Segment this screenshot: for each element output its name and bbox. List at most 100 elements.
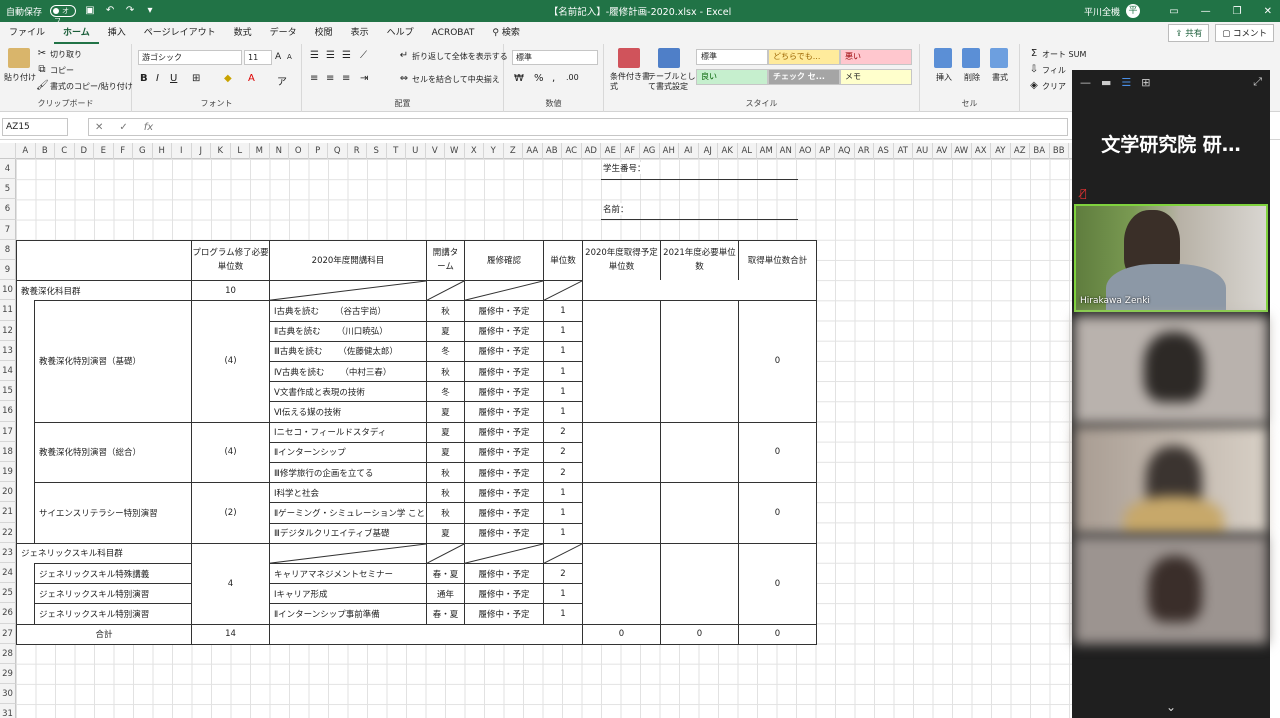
course-title[interactable]: キャリアマネジメントセミナー bbox=[269, 563, 427, 585]
course-title[interactable]: Ⅱゲーミング・シミュレーション学 ことはじめ bbox=[269, 502, 451, 524]
total-spacer[interactable] bbox=[269, 623, 583, 645]
spreadsheet-grid[interactable]: A B C D E F G H I J K L M N O P Q R S T U V W X Y Z AA AB AC AD AE AF AG… bbox=[0, 143, 1072, 718]
group2-name[interactable]: ジェネリックスキル科目群 bbox=[16, 542, 192, 564]
subgroup-name[interactable]: サイエンスリテラシー特別演習 bbox=[34, 482, 192, 544]
tab-view[interactable]: 表示 bbox=[342, 22, 378, 44]
table-format-button[interactable]: テーブルとして書式設定 bbox=[648, 72, 696, 92]
row-header-22[interactable]: 22 bbox=[0, 522, 16, 543]
row-header-21[interactable]: 21 bbox=[0, 502, 16, 523]
course-term[interactable]: 夏 bbox=[426, 401, 465, 423]
column-header-c[interactable]: C bbox=[55, 143, 75, 159]
course-term[interactable]: 春・夏 bbox=[426, 603, 465, 625]
course-status[interactable]: 履修中・予定 bbox=[464, 563, 544, 585]
course-title[interactable]: Ⅲ古典を読む （佐藤健太郎） bbox=[269, 340, 427, 362]
style-check[interactable]: チェック セ... bbox=[768, 69, 840, 85]
group1-name[interactable]: 教養深化科目群 bbox=[16, 280, 192, 302]
course-status[interactable]: 履修中・予定 bbox=[464, 522, 544, 544]
customize-qat-icon[interactable]: ▾ bbox=[144, 5, 156, 17]
need-2021-cell[interactable] bbox=[660, 421, 739, 484]
column-header-ae[interactable]: AE bbox=[601, 143, 621, 159]
column-header-ap[interactable]: AP bbox=[816, 143, 835, 159]
course-term[interactable]: 夏 bbox=[426, 441, 465, 463]
column-header-o[interactable]: O bbox=[289, 143, 309, 159]
view-toggle-icon[interactable]: ▬ bbox=[1101, 76, 1111, 89]
tab-file[interactable]: ファイル bbox=[0, 22, 54, 44]
column-header-m[interactable]: M bbox=[250, 143, 270, 159]
row-header-19[interactable]: 19 bbox=[0, 462, 16, 483]
ribbon-display-icon[interactable]: ▭ bbox=[1169, 6, 1178, 17]
row-header-27[interactable]: 27 bbox=[0, 623, 16, 644]
header-total-credits[interactable]: 取得単位数合計 bbox=[738, 239, 817, 282]
tab-acrobat[interactable]: ACROBAT bbox=[423, 22, 484, 44]
course-term[interactable]: 秋 bbox=[426, 361, 465, 383]
column-header-u[interactable]: U bbox=[406, 143, 426, 159]
subgroup-name[interactable]: 教養深化特別演習（基礎） bbox=[34, 300, 192, 423]
course-credits[interactable]: 1 bbox=[543, 522, 583, 544]
column-header-af[interactable]: AF bbox=[621, 143, 640, 159]
row-header-4[interactable]: 4 bbox=[0, 159, 16, 180]
column-header-ag[interactable]: AG bbox=[640, 143, 660, 159]
column-header-v[interactable]: V bbox=[426, 143, 445, 159]
total-credits-sum[interactable]: 0 bbox=[738, 623, 817, 645]
column-header-am[interactable]: AM bbox=[757, 143, 777, 159]
copy-button[interactable]: ⧉ コピー bbox=[36, 64, 74, 76]
column-header-ak[interactable]: AK bbox=[718, 143, 738, 159]
formula-input[interactable]: ✕ ✓ fx bbox=[88, 118, 1068, 136]
column-header-d[interactable]: D bbox=[75, 143, 94, 159]
need-2021-cell[interactable] bbox=[660, 482, 739, 544]
row-header-20[interactable]: 20 bbox=[0, 482, 16, 503]
course-status[interactable]: 履修中・予定 bbox=[464, 603, 544, 625]
align-middle-icon[interactable]: ☰ bbox=[326, 50, 335, 61]
gallery-view-icon[interactable]: ⊞ bbox=[1141, 76, 1150, 89]
column-header-au[interactable]: AU bbox=[913, 143, 933, 159]
plan-2020-cell[interactable] bbox=[582, 300, 661, 423]
column-header-al[interactable]: AL bbox=[738, 143, 757, 159]
course-credits[interactable]: 2 bbox=[543, 441, 583, 463]
course-credits[interactable]: 1 bbox=[543, 361, 583, 383]
generic-skill-name[interactable]: ジェネリックスキル特殊講義 bbox=[34, 563, 192, 585]
close-icon[interactable]: ✕ bbox=[1264, 6, 1272, 17]
row-header-5[interactable]: 5 bbox=[0, 179, 16, 200]
row-header-9[interactable]: 9 bbox=[0, 260, 16, 281]
column-header-p[interactable]: P bbox=[309, 143, 328, 159]
column-header-b[interactable]: B bbox=[36, 143, 55, 159]
column-header-aj[interactable]: AJ bbox=[699, 143, 718, 159]
column-header-r[interactable]: R bbox=[348, 143, 367, 159]
need-2021-cell[interactable] bbox=[660, 300, 739, 423]
cut-button[interactable]: ✂ 切り取り bbox=[36, 48, 82, 60]
minimize-video-icon[interactable]: — bbox=[1080, 76, 1091, 89]
font-size-select[interactable]: 11 bbox=[244, 50, 272, 65]
course-term[interactable]: 冬 bbox=[426, 381, 465, 403]
column-header-ad[interactable]: AD bbox=[582, 143, 601, 159]
column-header-aa[interactable]: AA bbox=[523, 143, 543, 159]
format-painter-button[interactable]: 🖌 書式のコピー/貼り付け bbox=[36, 80, 133, 92]
decimal-icon[interactable]: .00 bbox=[566, 73, 579, 82]
tab-page-layout[interactable]: ページレイアウト bbox=[135, 22, 225, 44]
table-format-icon[interactable] bbox=[658, 48, 680, 68]
column-header-az[interactable]: AZ bbox=[1011, 143, 1030, 159]
column-header-l[interactable]: L bbox=[231, 143, 250, 159]
course-status[interactable]: 履修中・予定 bbox=[464, 381, 544, 403]
shrink-font-button[interactable]: A bbox=[287, 53, 292, 61]
tab-insert[interactable]: 挿入 bbox=[99, 22, 135, 44]
orientation-icon[interactable]: ⟋ bbox=[360, 50, 367, 61]
course-term[interactable]: 秋 bbox=[426, 300, 465, 322]
comma-icon[interactable]: , bbox=[552, 73, 555, 84]
video-tile-3[interactable] bbox=[1074, 426, 1268, 534]
subgroup-required[interactable]: (4) bbox=[191, 300, 270, 423]
align-center-icon[interactable]: ≡ bbox=[326, 73, 334, 84]
row-header-12[interactable]: 12 bbox=[0, 320, 16, 341]
course-status[interactable]: 履修中・予定 bbox=[464, 583, 544, 605]
conditional-format-icon[interactable] bbox=[618, 48, 640, 68]
total-label[interactable]: 合計 bbox=[16, 623, 192, 645]
select-all-corner[interactable] bbox=[0, 143, 16, 159]
column-header-y[interactable]: Y bbox=[484, 143, 504, 159]
generic-skill-name[interactable]: ジェネリックスキル特別演習 bbox=[34, 603, 192, 625]
plan-2020-cell[interactable] bbox=[582, 482, 661, 544]
minimize-icon[interactable]: — bbox=[1201, 6, 1211, 17]
course-title[interactable]: Ⅱ古典を読む （川口暁弘） bbox=[269, 320, 427, 342]
course-term[interactable]: 秋 bbox=[426, 462, 465, 484]
comment-button[interactable]: ▢ コメント bbox=[1215, 24, 1274, 42]
column-header-h[interactable]: H bbox=[153, 143, 172, 159]
column-header-ay[interactable]: AY bbox=[991, 143, 1011, 159]
